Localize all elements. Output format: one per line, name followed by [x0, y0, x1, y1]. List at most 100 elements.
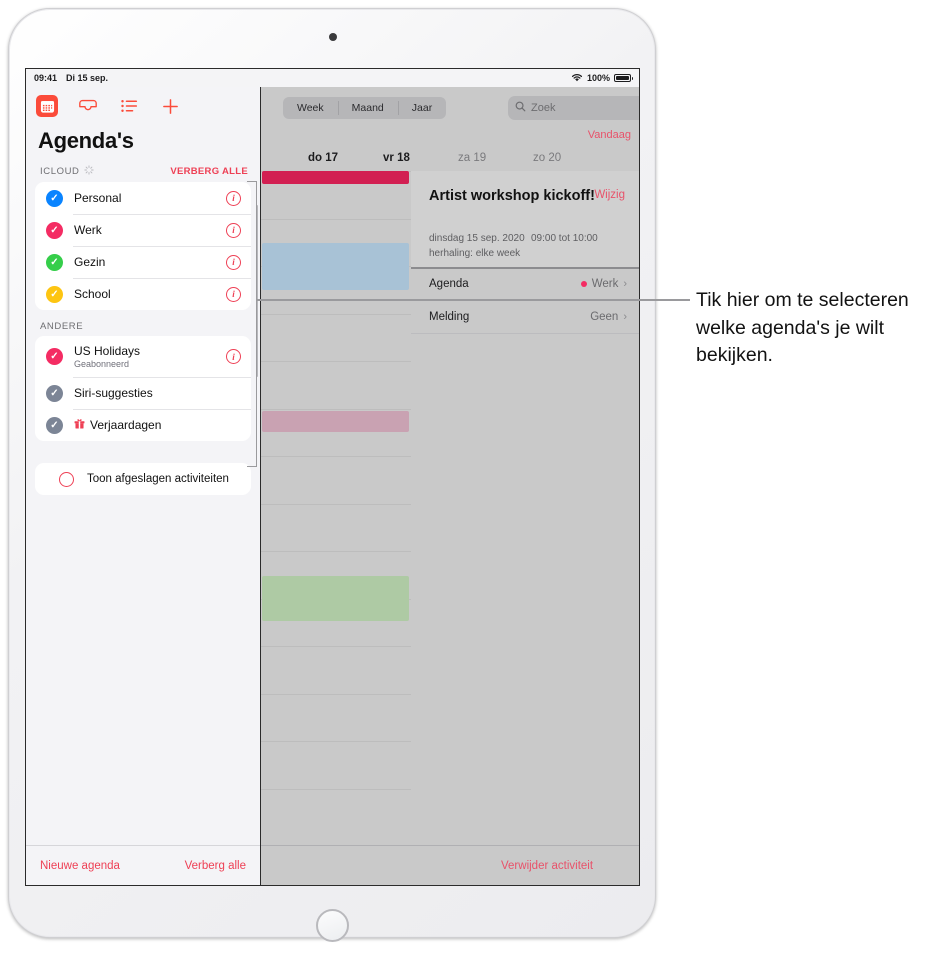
day-header-do17[interactable]: do 17	[308, 152, 338, 164]
status-date: Di 15 sep.	[66, 73, 109, 83]
segment-jaar[interactable]: Jaar	[397, 97, 446, 119]
time-slot[interactable]	[261, 788, 411, 837]
checkmark-icon[interactable]: ✓	[46, 416, 63, 434]
section-header-andere: ANDERE	[26, 310, 260, 336]
event-time: 09:00 tot 10:00	[531, 233, 598, 244]
calendar-name: US Holidays	[74, 344, 141, 358]
info-icon[interactable]: i	[226, 254, 241, 270]
day-header-zo20[interactable]: zo 20	[533, 152, 561, 164]
callout-text: Tik hier om te selecteren welke agenda's…	[696, 289, 909, 367]
sidebar-toolbar	[26, 87, 260, 119]
search-field[interactable]: Zoek	[508, 96, 639, 120]
delete-event-button[interactable]: Verwijder activiteit	[501, 860, 593, 872]
today-button[interactable]: Vandaag	[588, 129, 631, 141]
calendar-event-block[interactable]	[262, 243, 409, 290]
show-declined-events-label: Toon afgeslagen activiteiten	[87, 473, 229, 485]
calendar-event-block[interactable]	[262, 576, 409, 621]
time-slot[interactable]	[261, 361, 411, 409]
calendar-day-column[interactable]	[261, 171, 411, 845]
time-slot[interactable]	[261, 741, 411, 789]
calendar-row-gezin[interactable]: ✓ Gezin i	[35, 246, 251, 278]
callout-leader-line	[256, 299, 690, 301]
calendar-name: Personal	[74, 191, 122, 205]
detail-row-melding[interactable]: Melding Geen ›	[411, 301, 639, 334]
hide-all-button[interactable]: Verberg alle	[185, 860, 246, 872]
screenshot-root: 09:41 Di 15 sep. 100% Week Maand Jaar Zo…	[0, 0, 947, 958]
calendar-event-block[interactable]	[262, 411, 409, 432]
time-slot[interactable]	[261, 313, 411, 362]
search-placeholder: Zoek	[531, 102, 556, 114]
ipad-screen: 09:41 Di 15 sep. 100% Week Maand Jaar Zo…	[25, 68, 640, 886]
calendar-subtitle: Geabonneerd	[74, 359, 130, 369]
info-icon[interactable]: i	[226, 190, 241, 206]
list-icon[interactable]	[118, 95, 140, 117]
time-slot[interactable]	[261, 456, 411, 504]
new-calendar-button[interactable]: Nieuwe agenda	[40, 860, 120, 872]
info-icon[interactable]: i	[226, 222, 241, 238]
unchecked-circle-icon[interactable]	[59, 471, 74, 487]
info-icon[interactable]: i	[226, 286, 241, 302]
battery-icon	[614, 74, 633, 82]
calendar-row-werk[interactable]: ✓ Werk i	[35, 214, 251, 246]
event-detail-card: Artist workshop kickoff! Wijzig dinsdag …	[411, 171, 639, 267]
inbox-icon[interactable]	[77, 95, 99, 117]
detail-row-value: Geen	[590, 311, 619, 323]
day-header-vr18[interactable]: vr 18	[383, 152, 410, 164]
section-title: ICLOUD	[40, 166, 80, 177]
segment-week[interactable]: Week	[283, 97, 338, 119]
calendar-name-wrap: US Holidays Geabonneerd	[74, 344, 140, 369]
checkmark-icon[interactable]: ✓	[46, 348, 63, 365]
calendar-color-dot	[580, 281, 587, 287]
sync-spinner-icon	[83, 165, 94, 178]
detail-row-value-wrap: Werk ›	[580, 278, 627, 290]
status-right: 100%	[571, 73, 633, 84]
day-header-za19[interactable]: za 19	[458, 152, 486, 164]
calendar-group-icloud: ✓ Personal i ✓ Werk i ✓ Gezin i ✓ School	[35, 182, 251, 310]
calendar-icon[interactable]	[36, 95, 58, 117]
time-slot[interactable]	[261, 646, 411, 694]
checkmark-icon[interactable]: ✓	[46, 253, 63, 271]
checkmark-icon[interactable]: ✓	[46, 221, 63, 239]
calendar-event-block[interactable]	[262, 171, 409, 184]
detail-row-agenda[interactable]: Agenda Werk ›	[411, 268, 639, 301]
status-time: 09:41	[34, 73, 58, 83]
checkmark-icon[interactable]: ✓	[46, 189, 63, 207]
info-icon[interactable]: i	[226, 349, 241, 364]
calendar-row-verjaardagen[interactable]: ✓ Verjaardagen	[35, 409, 251, 441]
detail-row-value-wrap: Geen ›	[590, 311, 627, 323]
add-icon[interactable]	[159, 95, 181, 117]
chevron-right-icon: ›	[623, 278, 627, 290]
page-title: Agenda's	[38, 128, 134, 153]
checkmark-icon[interactable]: ✓	[46, 285, 63, 303]
calendar-row-us-holidays[interactable]: ✓ US Holidays Geabonneerd i	[35, 336, 251, 377]
hide-all-icloud-button[interactable]: VERBERG ALLE	[170, 166, 248, 177]
battery-percent: 100%	[586, 73, 610, 83]
event-detail-pane: Artist workshop kickoff! Wijzig dinsdag …	[411, 171, 639, 845]
calendar-name: School	[74, 287, 111, 301]
detail-row-label: Agenda	[429, 278, 469, 290]
checkmark-icon[interactable]: ✓	[46, 384, 63, 402]
view-segmented-control[interactable]: Week Maand Jaar	[283, 97, 447, 119]
segment-maand[interactable]: Maand	[337, 97, 398, 119]
calendar-name: Verjaardagen	[90, 418, 162, 432]
calendar-name: Werk	[74, 223, 102, 237]
calendar-row-siri-suggesties[interactable]: ✓ Siri-suggesties	[35, 377, 251, 409]
calendars-sidebar: Agenda's ICLOUD VERBERG ALLE ✓ Personal …	[26, 87, 261, 885]
calendar-row-school[interactable]: ✓ School i	[35, 278, 251, 310]
section-header-icloud: ICLOUD VERBERG ALLE	[26, 154, 260, 182]
search-icon	[515, 99, 526, 117]
event-date: dinsdag 15 sep. 2020	[429, 233, 525, 244]
detail-row-label: Melding	[429, 311, 470, 323]
time-slot[interactable]	[261, 693, 411, 742]
section-title: ANDERE	[40, 321, 84, 332]
home-button[interactable]	[316, 909, 349, 942]
edit-event-button[interactable]: Wijzig	[594, 189, 625, 201]
chevron-right-icon: ›	[623, 311, 627, 323]
declined-events-group: Toon afgeslagen activiteiten	[35, 463, 251, 495]
calendar-row-personal[interactable]: ✓ Personal i	[35, 182, 251, 214]
calendar-name: Gezin	[74, 255, 106, 269]
event-title: Artist workshop kickoff!	[429, 188, 595, 204]
show-declined-events-row[interactable]: Toon afgeslagen activiteiten	[35, 463, 251, 495]
time-slot[interactable]	[261, 503, 411, 552]
status-bar: 09:41 Di 15 sep. 100%	[26, 69, 639, 87]
